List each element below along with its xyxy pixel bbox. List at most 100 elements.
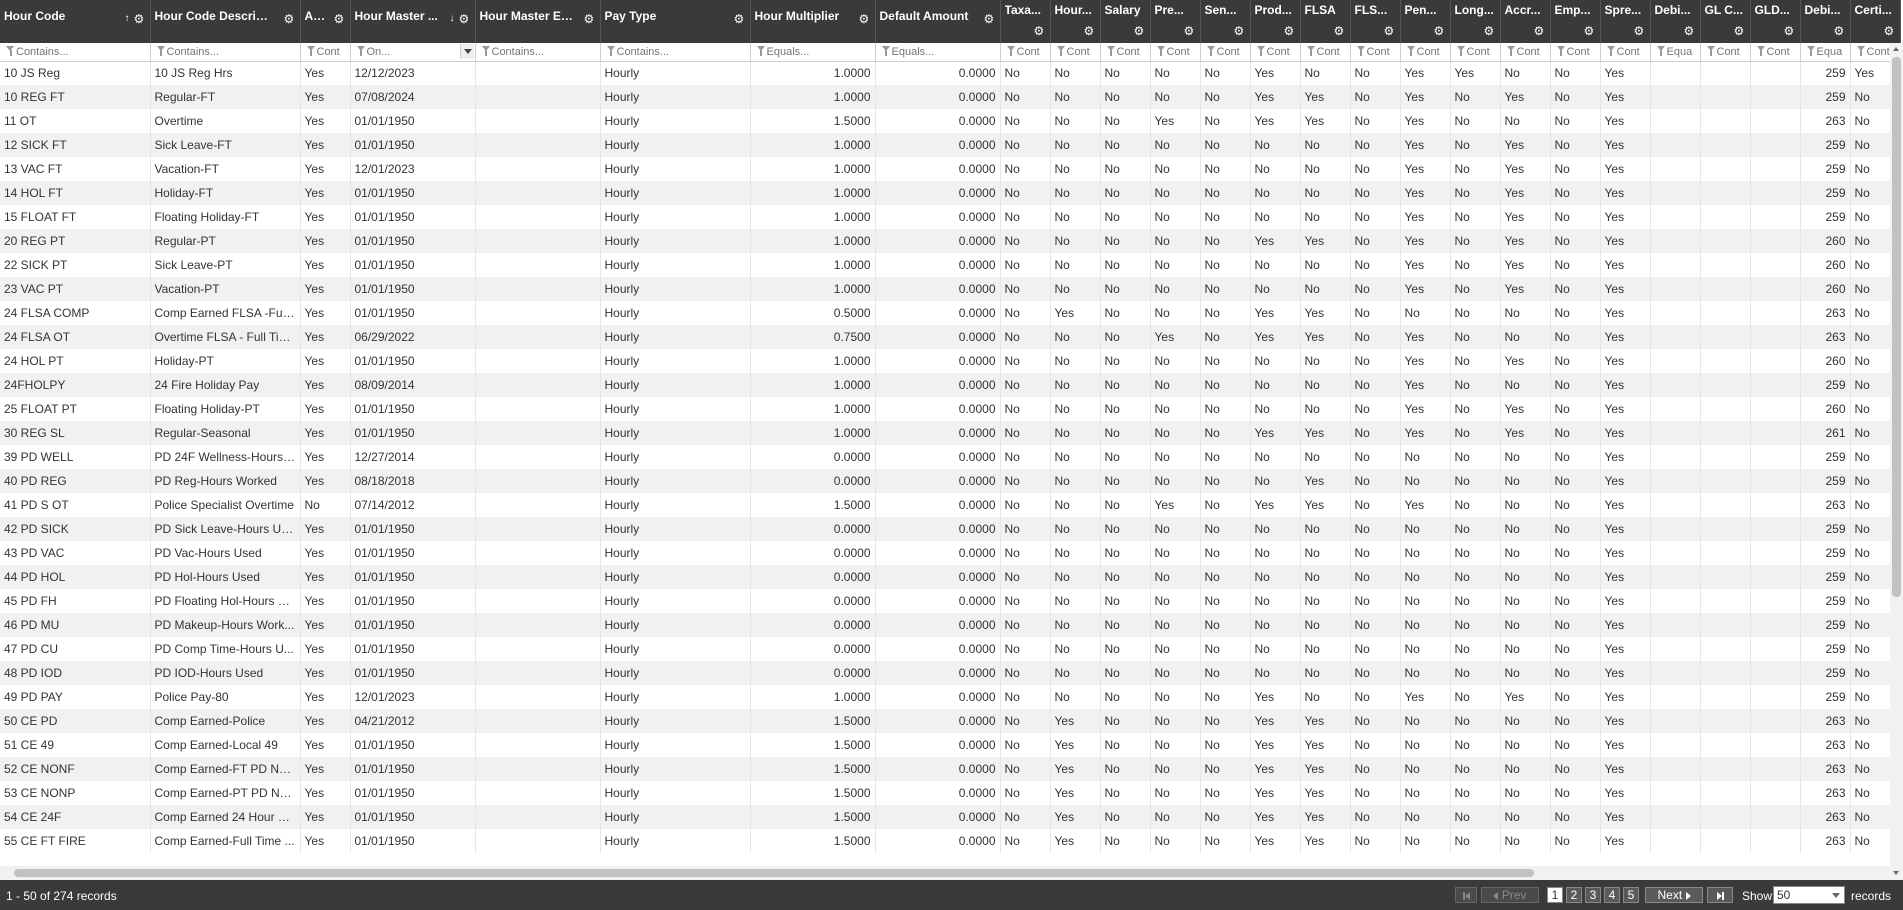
- filter-funnel-icon[interactable]: [1006, 46, 1016, 56]
- filter-funnel-icon[interactable]: [1506, 46, 1516, 56]
- table-row[interactable]: 10 JS Reg 10 JS Reg Hrs Yes 12/12/2023 Hourl…: [0, 61, 1901, 85]
- column-header-1[interactable]: Hour Code Description ⚙: [150, 0, 301, 43]
- table-row[interactable]: 11 OT Overtime Yes 01/01/1950 Hourly 1.5000 0.…: [0, 109, 1901, 133]
- column-menu-gear-icon[interactable]: ⚙: [1234, 25, 1246, 37]
- filter-funnel-icon[interactable]: [1756, 46, 1766, 56]
- filter-input[interactable]: [491, 43, 598, 60]
- vertical-scrollbar[interactable]: [1890, 43, 1903, 880]
- column-menu-gear-icon[interactable]: ⚙: [334, 13, 346, 25]
- filter-funnel-icon[interactable]: [1456, 46, 1466, 56]
- table-row[interactable]: 47 PD CU PD Comp Time-Hours U... Yes 01/01/…: [0, 637, 1901, 661]
- column-header-3[interactable]: Hour Master ... ↓ ⚙: [350, 0, 476, 43]
- column-header-17[interactable]: Long... ⚙: [1450, 0, 1501, 43]
- filter-input[interactable]: [166, 43, 298, 60]
- filter-funnel-icon[interactable]: [1056, 46, 1066, 56]
- filter-input[interactable]: [1166, 43, 1198, 60]
- column-menu-gear-icon[interactable]: ⚙: [284, 13, 296, 25]
- table-row[interactable]: 55 CE FT FIRE Comp Earned-Full Time ... Ye…: [0, 829, 1901, 853]
- filter-input[interactable]: [1716, 43, 1748, 60]
- column-menu-gear-icon[interactable]: ⚙: [1834, 25, 1846, 37]
- filter-input[interactable]: [1566, 43, 1598, 60]
- filter-input[interactable]: [366, 43, 473, 60]
- table-row[interactable]: 24FHOLPY 24 Fire Holiday Pay Yes 08/09/2014…: [0, 373, 1901, 397]
- column-header-14[interactable]: FLSA ⚙: [1300, 0, 1351, 43]
- column-menu-gear-icon[interactable]: ⚙: [1734, 25, 1746, 37]
- column-header-15[interactable]: FLS... ⚙: [1350, 0, 1401, 43]
- column-menu-gear-icon[interactable]: ⚙: [984, 13, 996, 25]
- filter-funnel-icon[interactable]: [1306, 46, 1316, 56]
- table-row[interactable]: 50 CE PD Comp Earned-Police Yes 04/21/2012 H…: [0, 709, 1901, 733]
- table-row[interactable]: 45 PD FH PD Floating Hol-Hours U... Yes 01/…: [0, 589, 1901, 613]
- table-row[interactable]: 23 VAC PT Vacation-PT Yes 01/01/1950 Hourly 1…: [0, 277, 1901, 301]
- column-header-21[interactable]: Debi... ⚙: [1650, 0, 1701, 43]
- table-row[interactable]: 15 FLOAT FT Floating Holiday-FT Yes 01/01/1…: [0, 205, 1901, 229]
- column-header-2[interactable]: Active ⚙: [300, 0, 351, 43]
- next-page-button[interactable]: Next: [1645, 887, 1703, 903]
- table-row[interactable]: 51 CE 49 Comp Earned-Local 49 Yes 01/01/195…: [0, 733, 1901, 757]
- filter-funnel-icon[interactable]: [6, 46, 15, 56]
- table-row[interactable]: 24 FLSA COMP Comp Earned FLSA -Full ... Ye…: [0, 301, 1901, 325]
- horizontal-scroll-thumb[interactable]: [14, 869, 1534, 877]
- filter-funnel-icon[interactable]: [1106, 46, 1116, 56]
- filter-funnel-icon[interactable]: [356, 46, 366, 56]
- column-header-9[interactable]: Hour... ⚙: [1050, 0, 1101, 43]
- filter-input[interactable]: [1066, 43, 1098, 60]
- filter-input[interactable]: [1816, 43, 1848, 60]
- column-menu-gear-icon[interactable]: ⚙: [1184, 25, 1196, 37]
- column-header-10[interactable]: Salary ⚙: [1100, 0, 1151, 43]
- table-row[interactable]: 41 PD S OT Police Specialist Overtime No 07…: [0, 493, 1901, 517]
- column-header-19[interactable]: Emp... ⚙: [1550, 0, 1601, 43]
- column-header-22[interactable]: GL C... ⚙: [1700, 0, 1751, 43]
- filter-funnel-icon[interactable]: [1856, 46, 1866, 56]
- filter-funnel-icon[interactable]: [1356, 46, 1366, 56]
- column-header-5[interactable]: Pay Type ⚙: [600, 0, 751, 43]
- table-row[interactable]: 22 SICK PT Sick Leave-PT Yes 01/01/1950 Hour…: [0, 253, 1901, 277]
- filter-input[interactable]: [1766, 43, 1798, 60]
- filter-funnel-icon[interactable]: [1656, 46, 1666, 56]
- table-row[interactable]: 14 HOL FT Holiday-FT Yes 01/01/1950 Hourly 1.…: [0, 181, 1901, 205]
- table-row[interactable]: 43 PD VAC PD Vac-Hours Used Yes 01/01/1950 H…: [0, 541, 1901, 565]
- sort-ascending-icon[interactable]: ↑: [125, 13, 130, 25]
- filter-funnel-icon[interactable]: [1806, 46, 1816, 56]
- filter-funnel-icon[interactable]: [1606, 46, 1616, 56]
- column-header-6[interactable]: Hour Multiplier ⚙: [750, 0, 876, 43]
- column-menu-gear-icon[interactable]: ⚙: [459, 13, 471, 25]
- column-menu-gear-icon[interactable]: ⚙: [1134, 25, 1146, 37]
- column-header-7[interactable]: Default Amount ⚙: [875, 0, 1001, 43]
- filter-input[interactable]: [1516, 43, 1548, 60]
- filter-input[interactable]: [1016, 43, 1048, 60]
- table-row[interactable]: 54 CE 24F Comp Earned 24 Hour Fire Yes 01/0…: [0, 805, 1901, 829]
- column-menu-gear-icon[interactable]: ⚙: [1484, 25, 1496, 37]
- filter-funnel-icon[interactable]: [606, 46, 616, 56]
- table-row[interactable]: 20 REG PT Regular-PT Yes 01/01/1950 Hourly 1.…: [0, 229, 1901, 253]
- table-row[interactable]: 25 FLOAT PT Floating Holiday-PT Yes 01/01/1…: [0, 397, 1901, 421]
- column-header-23[interactable]: GLD... ⚙: [1750, 0, 1801, 43]
- filter-funnel-icon[interactable]: [306, 46, 316, 56]
- scroll-up-icon[interactable]: [1890, 43, 1903, 56]
- column-menu-gear-icon[interactable]: ⚙: [584, 13, 596, 25]
- column-header-11[interactable]: Pre... ⚙: [1150, 0, 1201, 43]
- filter-funnel-icon[interactable]: [1706, 46, 1716, 56]
- table-row[interactable]: 48 PD IOD PD IOD-Hours Used Yes 01/01/1950 H…: [0, 661, 1901, 685]
- table-row[interactable]: 12 SICK FT Sick Leave-FT Yes 01/01/1950 Hour…: [0, 133, 1901, 157]
- filter-input[interactable]: [1366, 43, 1398, 60]
- column-header-18[interactable]: Accr... ⚙: [1500, 0, 1551, 43]
- horizontal-scrollbar[interactable]: [0, 866, 1890, 880]
- column-header-25[interactable]: Certi... ⚙: [1850, 0, 1901, 43]
- table-row[interactable]: 46 PD MU PD Makeup-Hours Work... Yes 01/01/…: [0, 613, 1901, 637]
- filter-funnel-icon[interactable]: [881, 46, 891, 56]
- column-menu-gear-icon[interactable]: ⚙: [1684, 25, 1696, 37]
- column-menu-gear-icon[interactable]: ⚙: [859, 13, 871, 25]
- date-filter-dropdown-icon[interactable]: [459, 44, 474, 59]
- column-menu-gear-icon[interactable]: ⚙: [1584, 25, 1596, 37]
- column-header-20[interactable]: Spre... ⚙: [1600, 0, 1651, 43]
- filter-funnel-icon[interactable]: [1556, 46, 1566, 56]
- column-menu-gear-icon[interactable]: ⚙: [134, 13, 146, 25]
- filter-input[interactable]: [1116, 43, 1148, 60]
- filter-funnel-icon[interactable]: [1206, 46, 1216, 56]
- page-number-button[interactable]: 2: [1566, 887, 1582, 903]
- filter-funnel-icon[interactable]: [1406, 46, 1416, 56]
- page-number-button[interactable]: 1: [1547, 887, 1563, 903]
- column-menu-gear-icon[interactable]: ⚙: [1284, 25, 1296, 37]
- filter-input[interactable]: [16, 43, 148, 60]
